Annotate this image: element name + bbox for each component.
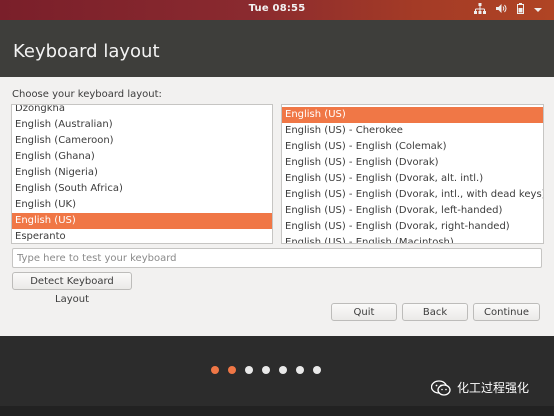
window-header: Keyboard layout	[0, 20, 554, 77]
list-item[interactable]: English (US) - English (Dvorak, intl., w…	[282, 187, 543, 203]
progress-dot	[245, 366, 253, 374]
progress-dot	[279, 366, 287, 374]
continue-button[interactable]: Continue	[473, 303, 540, 321]
wechat-logo-icon	[430, 379, 451, 396]
list-item[interactable]: English (Nigeria)	[12, 165, 272, 181]
installer-footer: 化工过程强化	[0, 336, 554, 406]
clock[interactable]: Tue 08:55	[0, 3, 554, 14]
watermark: 化工过程强化	[430, 379, 530, 396]
progress-dot	[296, 366, 304, 374]
list-item[interactable]: Dzongkha	[12, 105, 272, 117]
watermark-text: 化工过程强化	[457, 381, 530, 395]
progress-dot-complete	[211, 366, 219, 374]
network-icon[interactable]	[474, 3, 486, 18]
progress-dot-complete	[228, 366, 236, 374]
variant-list[interactable]: English (US) English (US) - Cherokee Eng…	[281, 104, 544, 244]
list-item[interactable]: English (US) - English (Dvorak, alt. int…	[282, 171, 543, 187]
list-item[interactable]: English (South Africa)	[12, 181, 272, 197]
layout-list[interactable]: Dzongkha English (Australian) English (C…	[11, 104, 273, 244]
battery-icon[interactable]	[517, 3, 524, 18]
list-item[interactable]: English (Cameroon)	[12, 133, 272, 149]
page-title: Keyboard layout	[13, 41, 160, 62]
back-button[interactable]: Back	[402, 303, 468, 321]
progress-dot	[313, 366, 321, 374]
list-item[interactable]: English (Australian)	[12, 117, 272, 133]
list-item-selected[interactable]: English (US)	[282, 107, 543, 123]
keyboard-test-input[interactable]	[13, 249, 541, 267]
power-menu-icon[interactable]	[534, 5, 542, 17]
list-item[interactable]: English (US) - English (Dvorak, right-ha…	[282, 219, 543, 235]
progress-dot	[262, 366, 270, 374]
system-tray[interactable]	[474, 3, 542, 18]
progress-dots	[211, 366, 321, 374]
main-content: Choose your keyboard layout: Dzongkha En…	[0, 77, 554, 336]
list-item[interactable]: English (US) - English (Dvorak)	[282, 155, 543, 171]
list-item[interactable]: English (US) - English (Dvorak, left-han…	[282, 203, 543, 219]
keyboard-test-field[interactable]	[12, 248, 542, 268]
list-item[interactable]: English (UK)	[12, 197, 272, 213]
list-item[interactable]: Esperanto	[12, 229, 272, 243]
top-bar: Tue 08:55	[0, 0, 554, 20]
detect-layout-button[interactable]: Detect Keyboard Layout	[12, 272, 132, 305]
layout-prompt: Choose your keyboard layout:	[12, 89, 162, 100]
list-item[interactable]: English (US) - Cherokee	[282, 123, 543, 139]
list-item[interactable]: English (Ghana)	[12, 149, 272, 165]
list-item[interactable]: English (US) - English (Macintosh)	[282, 235, 543, 243]
list-item[interactable]: English (US) - English (Colemak)	[282, 139, 543, 155]
volume-icon[interactable]	[496, 3, 507, 18]
list-item-selected[interactable]: English (US)	[12, 213, 272, 229]
bottom-strip	[0, 406, 554, 416]
quit-button[interactable]: Quit	[331, 303, 397, 321]
